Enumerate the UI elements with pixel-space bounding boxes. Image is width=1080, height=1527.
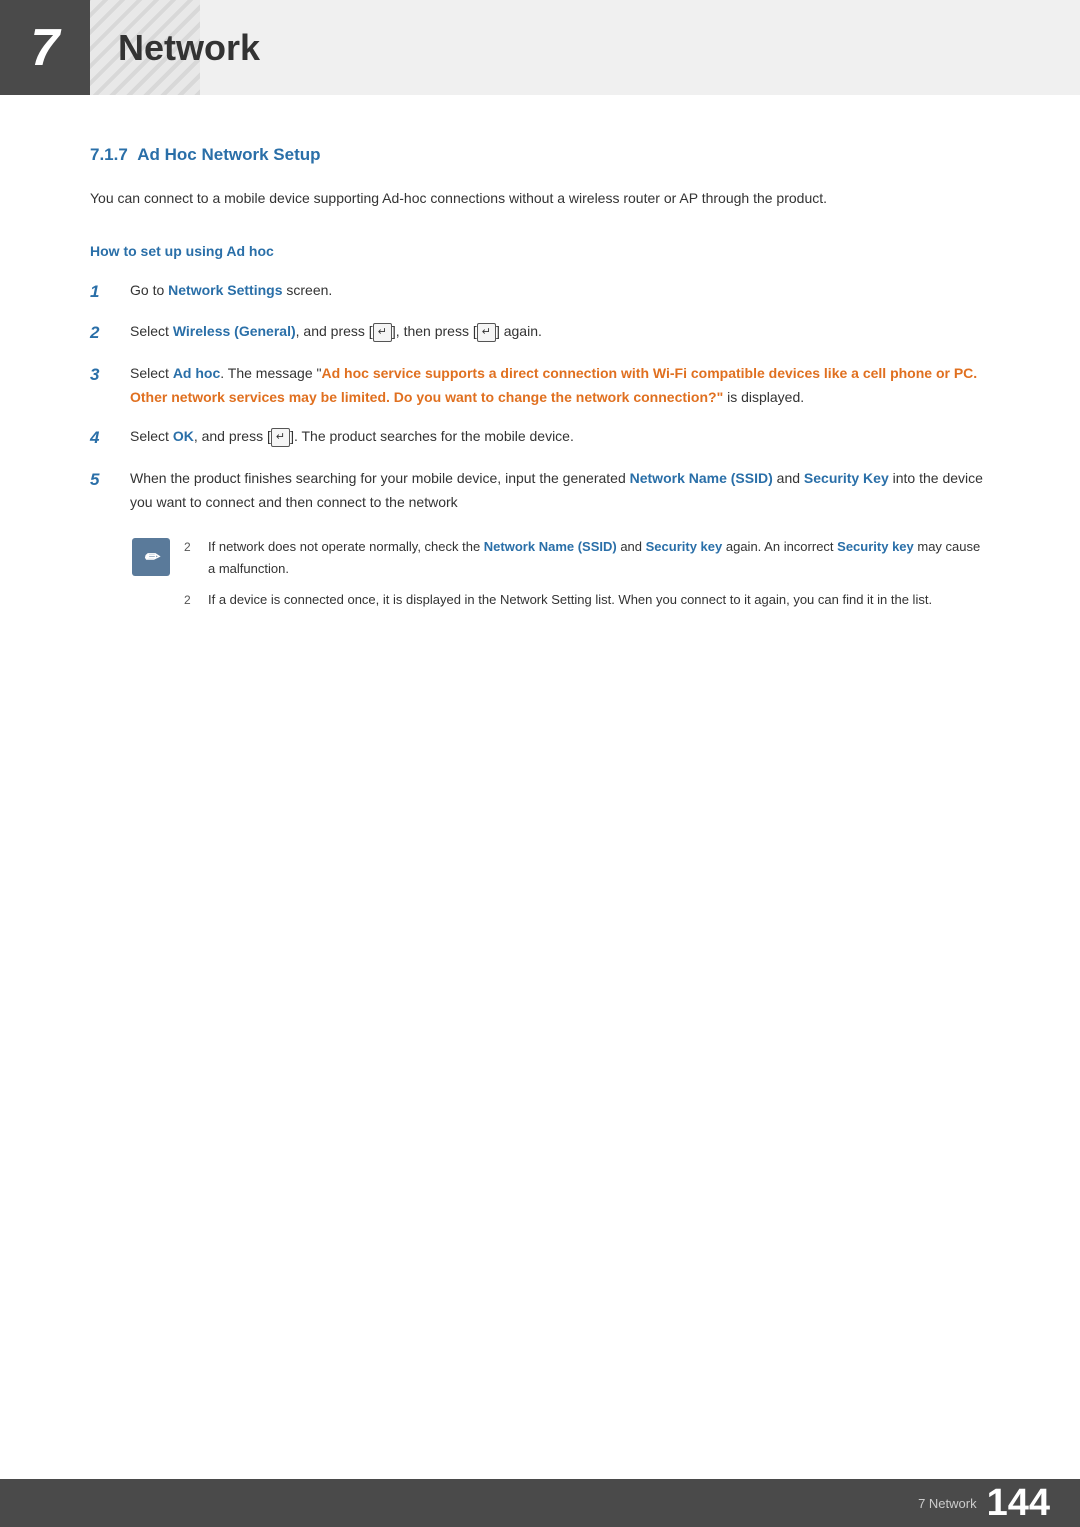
step3-suffix: is displayed. <box>727 389 804 405</box>
step-text-2: Select Wireless (General), and press [↵]… <box>130 320 990 344</box>
step-number-5: 5 <box>90 467 122 493</box>
step-number-2: 2 <box>90 320 122 346</box>
enter-key-2: ↵ <box>477 323 496 342</box>
step3-adhoc: Ad hoc <box>173 365 220 381</box>
note-icon: ✏ <box>132 538 170 576</box>
chapter-number: 7 <box>31 18 60 78</box>
step-item-3: 3 Select Ad hoc. The message "Ad hoc ser… <box>90 362 990 410</box>
step-item-4: 4 Select OK, and press [↵]. The product … <box>90 425 990 451</box>
step-text-5: When the product finishes searching for … <box>130 467 990 515</box>
footer-page: 144 <box>987 1484 1050 1522</box>
main-content: 7.1.7 Ad Hoc Network Setup You can conne… <box>0 95 1080 701</box>
steps-list: 1 Go to Network Settings screen. 2 Selec… <box>90 279 990 515</box>
note-bullet-2: 2 <box>184 591 202 611</box>
step-item-5: 5 When the product finishes searching fo… <box>90 467 990 515</box>
note-bullet-1: 2 <box>184 538 202 558</box>
header-bar: 7 Network <box>0 0 1080 95</box>
note-box: ✏ 2 If network does not operate normally… <box>132 536 990 621</box>
enter-key-1: ↵ <box>373 323 392 342</box>
step-text-3: Select Ad hoc. The message "Ad hoc servi… <box>130 362 990 410</box>
note-text-2: If a device is connected once, it is dis… <box>208 589 990 610</box>
step-item-1: 1 Go to Network Settings screen. <box>90 279 990 305</box>
note-content: 2 If network does not operate normally, … <box>184 536 990 621</box>
footer-label: 7 Network <box>918 1496 977 1511</box>
note-item-1: 2 If network does not operate normally, … <box>184 536 990 579</box>
note-icon-symbol: ✏ <box>143 547 158 568</box>
step5-ssid: Network Name (SSID) <box>630 470 773 486</box>
chapter-number-box: 7 <box>0 0 90 95</box>
note-item-2: 2 If a device is connected once, it is d… <box>184 589 990 611</box>
step-number-1: 1 <box>90 279 122 305</box>
step-number-3: 3 <box>90 362 122 388</box>
note1-ssid: Network Name (SSID) <box>484 539 617 554</box>
step-text-1: Go to Network Settings screen. <box>130 279 990 303</box>
step4-ok: OK <box>173 428 194 444</box>
section-description: You can connect to a mobile device suppo… <box>90 187 990 211</box>
enter-key-3: ↵ <box>271 428 290 447</box>
note-text-1: If network does not operate normally, ch… <box>208 536 990 579</box>
section-heading-wrapper: 7.1.7 Ad Hoc Network Setup <box>90 145 990 165</box>
note1-seckey2: Security key <box>837 539 914 554</box>
step1-highlight: Network Settings <box>168 282 282 298</box>
step2-highlight: Wireless (General) <box>173 323 296 339</box>
footer: 7 Network 144 <box>0 1479 1080 1527</box>
section-heading: 7.1.7 Ad Hoc Network Setup <box>90 145 321 164</box>
subsection-heading: How to set up using Ad hoc <box>90 243 990 259</box>
step-text-4: Select OK, and press [↵]. The product se… <box>130 425 990 449</box>
note1-seckey: Security key <box>646 539 723 554</box>
step-item-2: 2 Select Wireless (General), and press [… <box>90 320 990 346</box>
chapter-title: Network <box>118 27 260 69</box>
step5-seckey: Security Key <box>804 470 889 486</box>
step-number-4: 4 <box>90 425 122 451</box>
step3-message: Ad hoc service supports a direct connect… <box>130 365 977 405</box>
